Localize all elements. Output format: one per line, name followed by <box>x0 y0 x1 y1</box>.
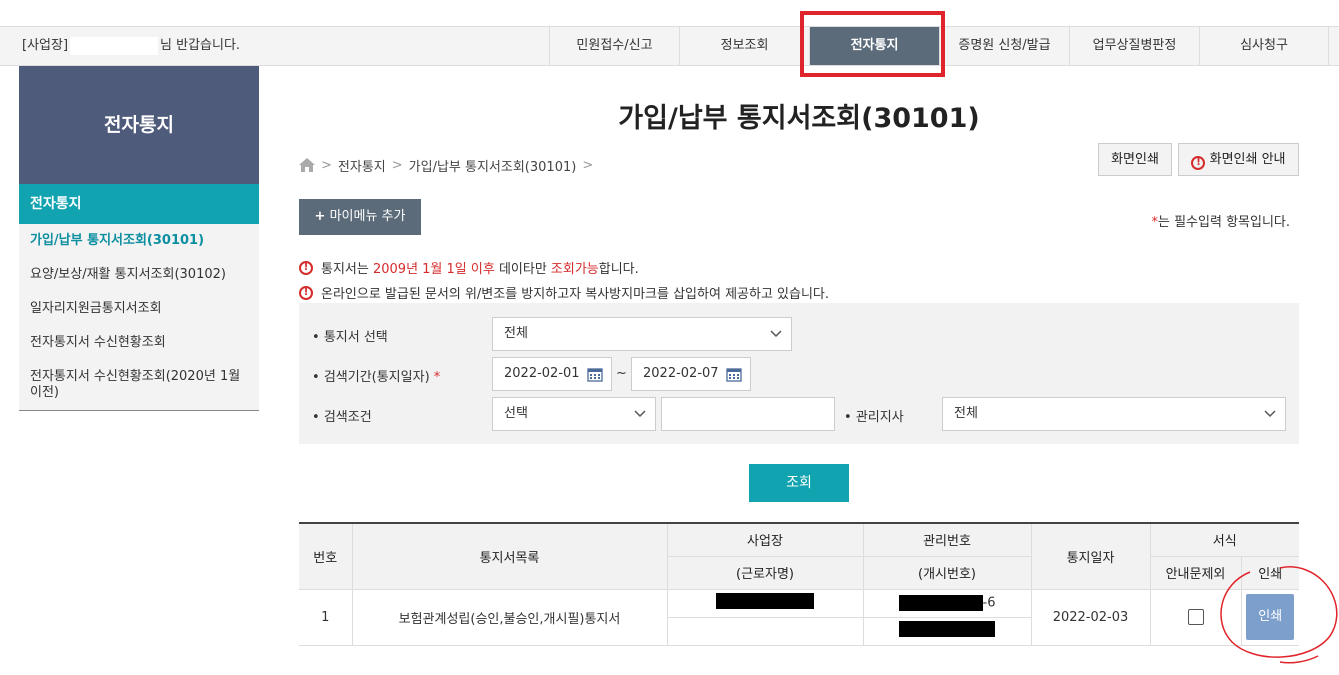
add-mymenu-button[interactable]: + 마이메뉴 추가 <box>299 199 421 235</box>
date-to-input[interactable]: 2022-02-07 <box>631 357 751 391</box>
col-header-company: 사업장 <box>666 522 864 557</box>
main-nav: 민원접수/신고 정보조회 전자통지 증명원 신청/발급 업무상질병판정 심사청구 <box>549 27 1329 65</box>
sidebar-item-job-subsidy[interactable]: 일자리지원금통지서조회 <box>19 292 259 326</box>
row-mgmt-no: -6 <box>862 588 1032 618</box>
sidebar-list: 가입/납부 통지서조회(30101) 요양/보상/재활 통지서조회(30102)… <box>19 224 259 411</box>
search-button[interactable]: 조회 <box>749 464 849 502</box>
sidebar-item-receipt-status-old[interactable]: 전자통지서 수신현황조회(2020년 1월 이전) <box>19 360 259 410</box>
redacted-name <box>70 36 159 55</box>
nav-civil-petition[interactable]: 민원접수/신고 <box>549 27 679 65</box>
nav-electronic-notice[interactable]: 전자통지 <box>809 27 939 65</box>
welcome-message: [사업장] 님 반갑습니다. <box>22 36 241 55</box>
col-header-no: 번호 <box>299 522 353 590</box>
notice-copy-protection: ! 온라인으로 발급된 문서의 위/변조를 방지하고자 복사방지마크를 삽입하여… <box>299 283 829 302</box>
col-header-company-sub: (근로자명) <box>667 555 864 590</box>
plus-icon: + <box>314 209 326 224</box>
date-range-tilde: ~ <box>616 366 627 381</box>
chevron-right-icon: > <box>321 157 332 173</box>
result-table: 번호 통지서목록 사업장 관리번호 통지일자 서식 (근로자명) (개시번호) … <box>299 522 1299 646</box>
col-header-form: 서식 <box>1149 522 1299 557</box>
required-note: *는 필수입력 항목입니다. <box>1151 215 1291 230</box>
sidebar-heading: 전자통지 <box>19 66 259 184</box>
chevron-down-icon <box>770 330 782 338</box>
nav-review-request[interactable]: 심사청구 <box>1199 27 1329 65</box>
table-row: 1 보험관계성립(승인,불승인,개시필)통지서 -6 2022-02-03 인쇄 <box>299 588 1299 646</box>
sidebar-category[interactable]: 전자통지 <box>19 184 259 224</box>
redacted-start-no <box>899 621 995 637</box>
search-period-label: • 검색기간(통지일자) * <box>312 370 441 385</box>
row-no: 1 <box>299 588 353 646</box>
exclude-checkbox[interactable] <box>1187 609 1204 625</box>
print-guide-button[interactable]: ! 화면인쇄 안내 <box>1178 143 1299 176</box>
row-date: 2022-02-03 <box>1030 588 1151 646</box>
print-button[interactable]: 인쇄 <box>1246 594 1295 640</box>
top-bar: [사업장] 님 반갑습니다. 민원접수/신고 정보조회 전자통지 증명원 신청/발… <box>0 26 1339 66</box>
col-header-doc: 통지서목록 <box>351 522 668 590</box>
breadcrumb-item[interactable]: 전자통지 <box>338 156 386 175</box>
chevron-down-icon <box>634 410 646 418</box>
row-doc-title[interactable]: 보험관계성립(승인,불승인,개시필)통지서 <box>351 588 668 646</box>
alert-icon: ! <box>1191 156 1206 170</box>
search-condition-select[interactable]: 선택 <box>492 397 656 431</box>
col-header-mgmt: 관리번호 <box>862 522 1032 557</box>
row-company <box>666 588 864 618</box>
row-exclude <box>1149 588 1242 646</box>
col-header-date: 통지일자 <box>1030 522 1151 590</box>
sidebar-item-care-compensation[interactable]: 요양/보상/재활 통지서조회(30102) <box>19 258 259 292</box>
col-header-print: 인쇄 <box>1240 555 1299 590</box>
print-screen-button[interactable]: 화면인쇄 <box>1098 143 1172 176</box>
page-title: 가입/납부 통지서조회(30101) <box>618 103 980 134</box>
chevron-right-icon: > <box>391 157 403 173</box>
notice-type-select[interactable]: 전체 <box>492 317 792 351</box>
nav-certificate[interactable]: 증명원 신청/발급 <box>939 27 1069 65</box>
date-from-input[interactable]: 2022-02-01 <box>492 357 612 391</box>
row-start-no <box>862 616 1031 646</box>
branch-select[interactable]: 전체 <box>942 397 1286 431</box>
col-header-exclude: 안내문제외 <box>1149 555 1242 590</box>
search-panel: • 통지서 선택 전체 • 검색기간(통지일자) * 2022-02-01 ~ … <box>299 303 1299 444</box>
sidebar-item-receipt-status[interactable]: 전자통지서 수신현황조회 <box>19 326 259 360</box>
row-worker <box>667 616 864 646</box>
notice-date-limit: ! 통지서는 2009년 1월 1일 이후 데이타만 조회가능합니다. <box>299 258 639 277</box>
search-condition-input[interactable] <box>661 397 835 431</box>
sidebar-item-join-payment[interactable]: 가입/납부 통지서조회(30101) <box>19 224 259 258</box>
home-icon[interactable] <box>299 158 315 172</box>
alert-icon: ! <box>299 285 313 300</box>
alert-icon: ! <box>299 260 313 275</box>
calendar-icon <box>726 368 742 382</box>
chevron-right-icon: > <box>582 157 594 173</box>
chevron-down-icon <box>1264 410 1276 418</box>
col-header-mgmt-sub: (개시번호) <box>862 555 1032 590</box>
breadcrumb: > 전자통지 > 가입/납부 통지서조회(30101) > <box>299 155 599 175</box>
notice-type-label: • 통지서 선택 <box>312 330 388 345</box>
nav-info-inquiry[interactable]: 정보조회 <box>679 27 809 65</box>
redacted-mgmt-no <box>898 595 983 611</box>
breadcrumb-item[interactable]: 가입/납부 통지서조회(30101) <box>409 156 577 175</box>
branch-label: • 관리지사 <box>844 410 904 425</box>
redacted-company <box>716 593 814 609</box>
row-print: 인쇄 <box>1240 588 1299 646</box>
nav-occupational-disease[interactable]: 업무상질병판정 <box>1069 27 1199 65</box>
calendar-icon <box>587 368 603 382</box>
search-condition-label: • 검색조건 <box>312 410 372 425</box>
